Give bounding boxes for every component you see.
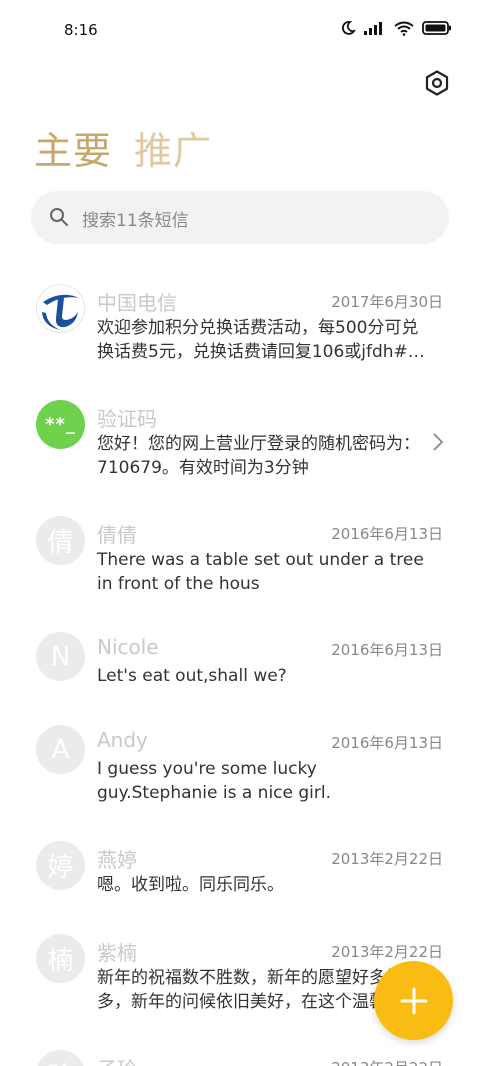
sender-name: 子玲 [97,1053,137,1066]
china-telecom-logo-icon [41,294,79,330]
message-date: 2013年2月22日 [331,1057,443,1066]
message-preview: Let's eat out,shall we? [97,666,287,686]
avatar [36,284,85,333]
sender-name: 倩倩 [97,523,137,547]
search-input[interactable]: 搜索11条短信 [82,206,189,231]
avatar: A [36,725,85,774]
message-preview: 您好！您的网上营业厅登录的随机密码为：710679。有效时间为3分钟 [97,434,420,478]
message-date: 2016年6月13日 [331,641,443,659]
message-date: 2013年2月22日 [331,943,443,961]
gear-icon [425,70,449,96]
message-date: 2013年2月22日 [331,850,443,868]
sender-name: 紫楠 [97,941,137,965]
sender-name: 燕婷 [97,848,137,872]
sender-name: 中国电信 [97,291,177,315]
tab-bar: 主要 推广 [34,120,212,175]
message-preview: There was a table set out under a tree i… [97,550,424,594]
avatar: 倩 [36,516,85,565]
sender-name: Andy [97,728,148,752]
signal-icon [364,22,382,35]
avatar: N [36,632,85,681]
avatar: 婷 [36,841,85,890]
avatar: **_ [36,400,85,449]
tab-promotions[interactable]: 推广 [134,120,212,175]
chevron-right-icon [433,433,444,451]
message-preview: 嗯。收到啦。同乐同乐。 [97,875,284,895]
message-preview: I guess you're some lucky guy.Stephanie … [97,759,332,803]
search-bar[interactable]: 搜索11条短信 [31,191,449,244]
battery-icon [422,21,451,35]
sender-name: Nicole [97,635,159,659]
avatar: 玲 [36,1050,85,1066]
tab-primary[interactable]: 主要 [34,120,112,175]
message-date: 2016年6月13日 [331,734,443,752]
search-icon [50,208,68,226]
new-message-button[interactable] [374,961,453,1040]
message-date: 2016年6月13日 [331,525,443,543]
status-time: 8:16 [64,21,98,39]
settings-button[interactable] [422,68,452,98]
message-preview: 欢迎参加积分兑换话费活动，每500分可兑换话费5元，兑换话费请回复106或jfd… [97,318,425,362]
plus-icon [400,987,427,1014]
status-icons [340,20,452,36]
moon-icon [341,21,356,35]
message-date: 2017年6月30日 [331,293,443,311]
status-bar: 8:16 [0,0,480,62]
sender-name: 验证码 [97,407,157,431]
avatar: 楠 [36,934,85,983]
wifi-icon [394,21,414,36]
